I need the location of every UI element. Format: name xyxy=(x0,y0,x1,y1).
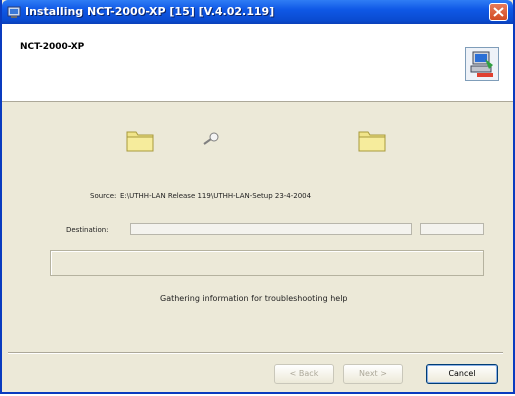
destination-size-field xyxy=(420,223,484,235)
product-name: NCT-2000-XP xyxy=(20,42,85,52)
title-bar[interactable]: Installing NCT-2000-XP [15] [V.4.02.119] xyxy=(2,0,513,24)
source-label: Source: xyxy=(90,192,117,200)
cancel-button[interactable]: Cancel xyxy=(426,364,498,384)
progress-bar xyxy=(50,250,484,276)
source-folder-icon xyxy=(126,131,154,152)
back-button[interactable]: < Back xyxy=(274,364,334,384)
destination-label: Destination: xyxy=(66,226,109,234)
installer-icon xyxy=(7,6,21,18)
source-path: E:\UTHH-LAN Release 119\UTHH-LAN-Setup 2… xyxy=(120,192,312,200)
destination-path-field xyxy=(130,223,412,235)
status-message: Gathering information for troubleshootin… xyxy=(160,294,348,303)
button-separator xyxy=(8,352,503,354)
close-button[interactable] xyxy=(489,3,508,21)
close-icon xyxy=(493,7,504,17)
wizard-header: NCT-2000-XP xyxy=(2,24,513,102)
destination-folder-icon xyxy=(358,131,386,152)
search-flashlight-icon xyxy=(203,132,219,145)
next-button[interactable]: Next > xyxy=(343,364,403,384)
window-title: Installing NCT-2000-XP [15] [V.4.02.119] xyxy=(25,5,275,18)
computer-install-icon xyxy=(465,47,499,81)
installer-window: Installing NCT-2000-XP [15] [V.4.02.119]… xyxy=(0,0,515,394)
